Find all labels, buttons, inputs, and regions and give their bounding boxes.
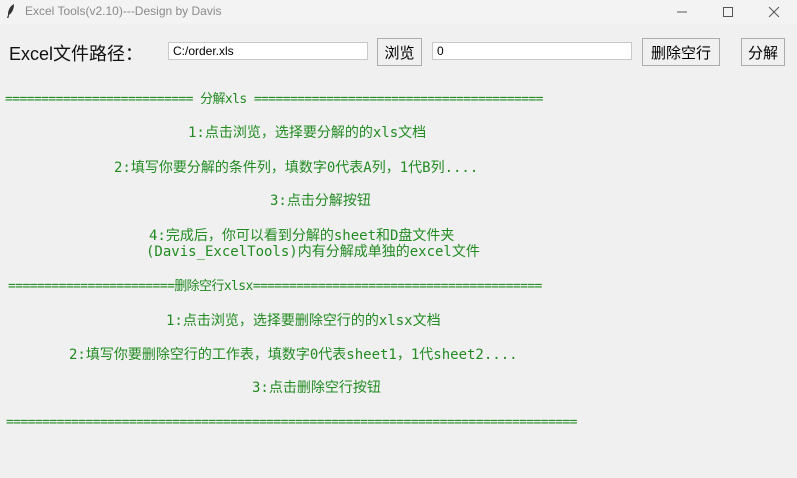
file-path-input[interactable] bbox=[168, 42, 368, 60]
delete-step-1: 1:点击浏览，选择要删除空行的的xlsx文档 bbox=[166, 313, 441, 329]
minimize-icon bbox=[677, 11, 687, 13]
delete-step-3: 3:点击删除空行按钮 bbox=[252, 380, 381, 396]
window-title: Excel Tools(v2.10)---Design by Davis bbox=[25, 4, 222, 18]
split-section-header: ========================== 分解xls =======… bbox=[5, 92, 544, 107]
split-button[interactable]: 分解 bbox=[741, 38, 785, 66]
close-icon bbox=[768, 6, 780, 18]
close-button[interactable] bbox=[751, 0, 797, 24]
delete-blank-rows-button[interactable]: 删除空行 bbox=[642, 38, 720, 66]
split-step-4-line-1: 4:完成后，你可以看到分解的sheet和D盘文件夹 bbox=[149, 228, 455, 244]
maximize-icon bbox=[723, 7, 733, 17]
delete-step-2: 2:填写你要删除空行的工作表，填数字0代表sheet1，1代sheet2.... bbox=[69, 347, 518, 363]
maximize-button[interactable] bbox=[705, 0, 751, 24]
split-step-1: 1:点击浏览，选择要分解的的xls文档 bbox=[188, 125, 427, 141]
browse-button[interactable]: 浏览 bbox=[377, 38, 422, 66]
column-index-input[interactable] bbox=[432, 42, 632, 60]
minimize-button[interactable] bbox=[659, 0, 705, 24]
footer-separator: ========================================… bbox=[6, 415, 578, 430]
split-step-4-line-2: (Davis_ExcelTools)内有分解成单独的excel文件 bbox=[146, 244, 480, 260]
file-path-label: Excel文件路径： bbox=[9, 44, 144, 64]
split-step-3: 3:点击分解按钮 bbox=[270, 193, 371, 209]
title-bar: Excel Tools(v2.10)---Design by Davis bbox=[0, 0, 797, 24]
split-step-2: 2:填写你要分解的条件列，填数字0代表A列，1代B列.... bbox=[114, 160, 479, 176]
delete-section-header: =======================删除空行xlsx=========… bbox=[8, 279, 542, 294]
feather-app-icon bbox=[7, 4, 14, 18]
